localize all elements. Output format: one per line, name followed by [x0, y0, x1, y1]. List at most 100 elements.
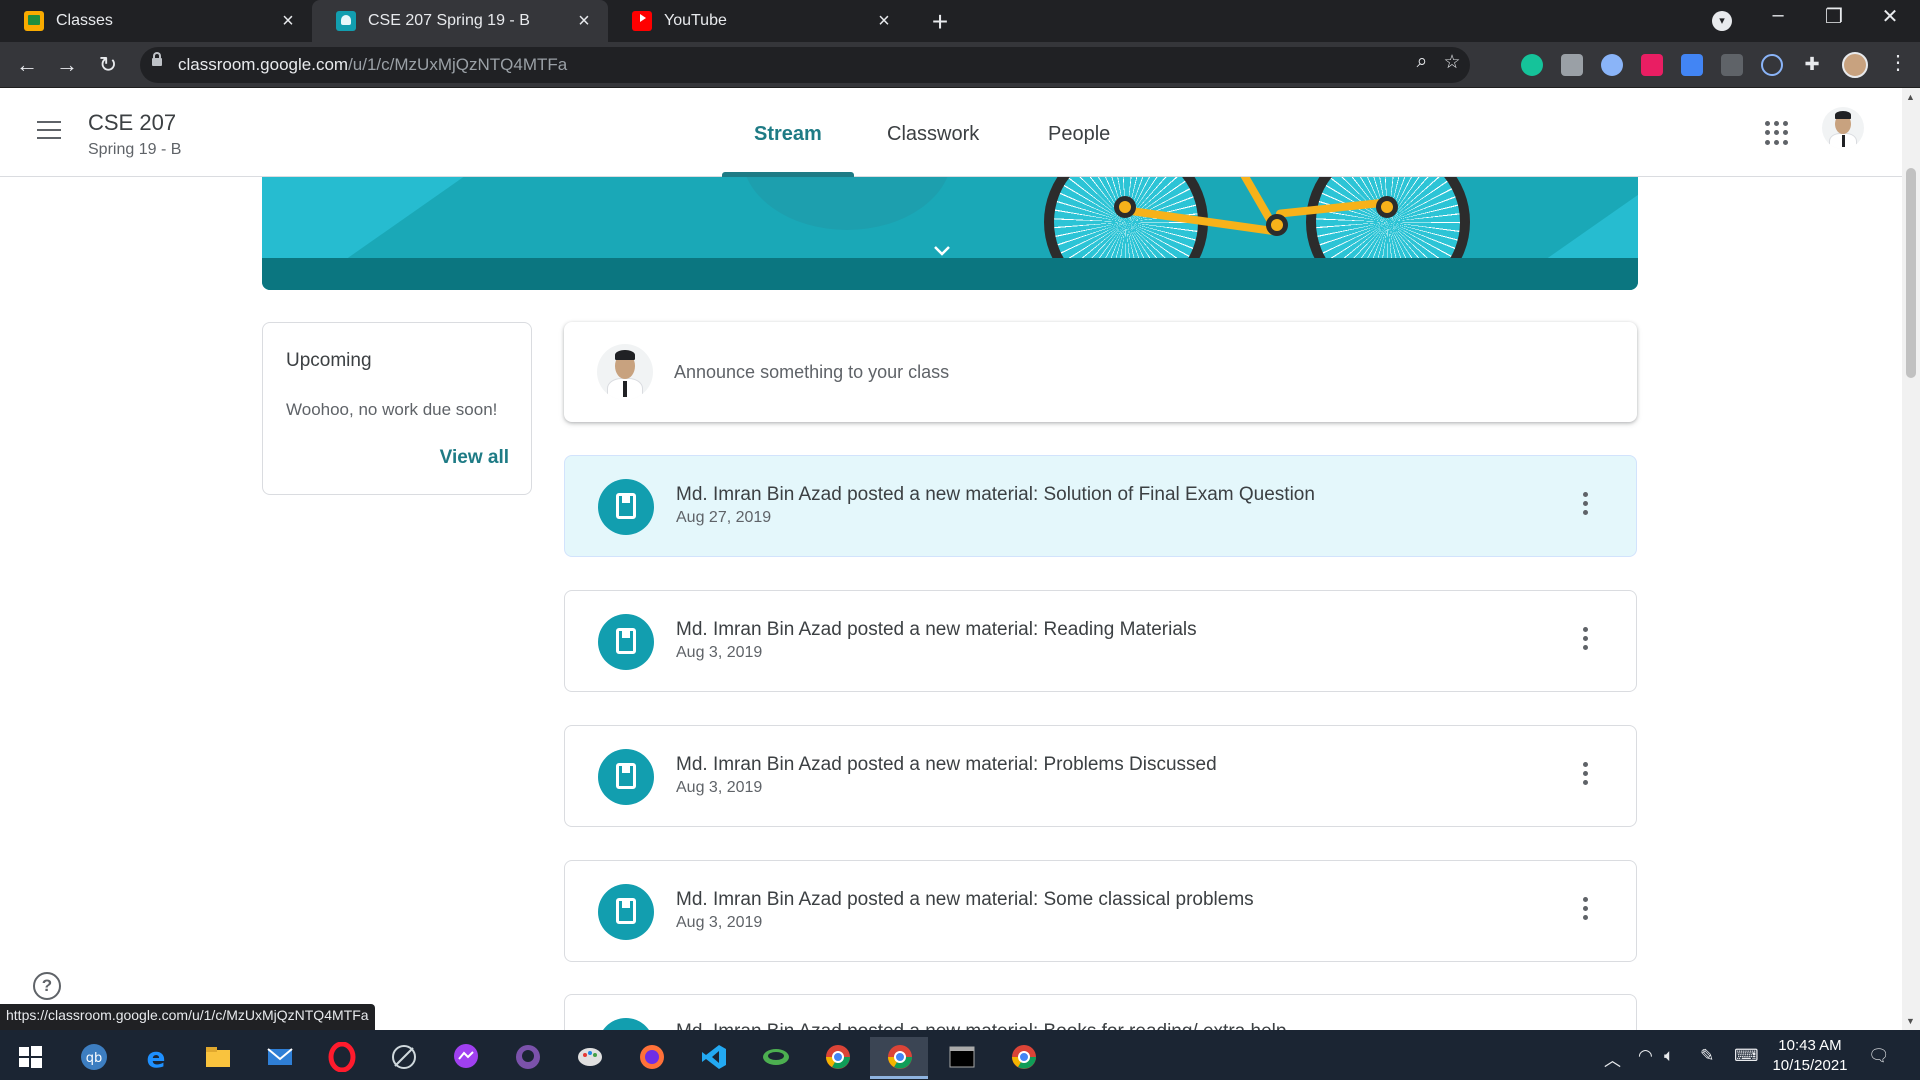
- stream-post[interactable]: Md. Imran Bin Azad posted a new material…: [564, 455, 1637, 557]
- messenger-icon[interactable]: [436, 1037, 494, 1079]
- active-tab-indicator: [722, 172, 854, 177]
- eclipse-icon[interactable]: [746, 1037, 804, 1079]
- volume-icon[interactable]: 🔈︎: [1664, 1046, 1674, 1066]
- status-url-tooltip: https://classroom.google.com/u/1/c/MzUxM…: [0, 1004, 375, 1030]
- new-tab-button[interactable]: +: [925, 6, 955, 38]
- minimize-button[interactable]: –: [1750, 4, 1806, 27]
- scroll-thumb[interactable]: [1906, 168, 1916, 378]
- tab-stream[interactable]: Stream: [754, 123, 822, 146]
- upcoming-empty-message: Woohoo, no work due soon!: [286, 400, 498, 419]
- chevron-down-icon[interactable]: [932, 241, 952, 261]
- stream-post[interactable]: Md. Imran Bin Azad posted a new material…: [564, 590, 1637, 692]
- material-book-icon: [598, 749, 654, 805]
- browser-tab-youtube[interactable]: YouTube ×: [608, 0, 908, 42]
- network-tool-icon[interactable]: [374, 1037, 432, 1079]
- stream-post[interactable]: Md. Imran Bin Azad posted a new material…: [564, 994, 1637, 1030]
- reload-button[interactable]: ↻: [93, 50, 123, 80]
- material-book-icon: [598, 614, 654, 670]
- close-tab-icon[interactable]: ×: [278, 10, 298, 33]
- clock-date: 10/15/2021: [1772, 1057, 1848, 1074]
- terminal-icon[interactable]: [932, 1037, 990, 1079]
- tab-people[interactable]: People: [1048, 123, 1110, 146]
- pen-workspace-icon[interactable]: ✎: [1700, 1046, 1714, 1066]
- more-options-icon[interactable]: [1580, 492, 1590, 518]
- tray-chevron-up-icon[interactable]: ︿: [1604, 1046, 1621, 1071]
- google-classroom-favicon-icon: [24, 11, 44, 31]
- network-icon[interactable]: ◠: [1638, 1046, 1653, 1066]
- notifications-icon[interactable]: 🗨︎: [1868, 1046, 1890, 1066]
- chrome-profile-icon[interactable]: [994, 1037, 1052, 1079]
- download-extension-icon[interactable]: [1681, 54, 1703, 76]
- class-section: Spring 19 - B: [88, 141, 182, 158]
- zoom-icon[interactable]: ⌕: [1408, 51, 1436, 73]
- post-title[interactable]: Md. Imran Bin Azad posted a new material…: [676, 619, 1197, 641]
- view-all-link[interactable]: View all: [440, 447, 509, 469]
- system-clock[interactable]: 10:43 AM 10/15/2021: [1760, 1036, 1860, 1076]
- profile-avatar-icon[interactable]: [1842, 52, 1868, 78]
- extension-icon[interactable]: [1601, 54, 1623, 76]
- chrome-icon[interactable]: [808, 1037, 866, 1079]
- url-text: classroom.google.com/u/1/c/MzUxMjQzNTQ4M…: [178, 55, 568, 74]
- close-tab-icon[interactable]: ×: [574, 10, 594, 33]
- keyboard-icon[interactable]: ⌨: [1734, 1046, 1759, 1066]
- close-tab-icon[interactable]: ×: [874, 10, 894, 33]
- browser-tab-strip: Classes × CSE 207 Spring 19 - B × YouTub…: [0, 0, 1920, 42]
- browser-tab-cse207[interactable]: CSE 207 Spring 19 - B ×: [312, 0, 608, 42]
- browser-menu-icon[interactable]: ⋮: [1888, 50, 1908, 75]
- tab-search-icon[interactable]: ▾: [1712, 11, 1732, 31]
- restore-button[interactable]: ❐: [1806, 4, 1862, 29]
- main-menu-icon[interactable]: [37, 121, 61, 139]
- address-bar[interactable]: classroom.google.com/u/1/c/MzUxMjQzNTQ4M…: [140, 47, 1470, 83]
- account-avatar[interactable]: [1822, 107, 1864, 149]
- tab-classwork[interactable]: Classwork: [887, 123, 979, 146]
- post-title[interactable]: Md. Imran Bin Azad posted a new material…: [676, 484, 1315, 506]
- svg-text:qb: qb: [86, 1051, 103, 1066]
- more-options-icon[interactable]: [1580, 897, 1590, 923]
- announce-box[interactable]: Announce something to your class: [564, 322, 1637, 422]
- class-name[interactable]: CSE 207: [88, 110, 176, 136]
- browser-tab-classes[interactable]: Classes ×: [0, 0, 312, 42]
- upcoming-card: Upcoming Woohoo, no work due soon! View …: [262, 322, 532, 495]
- firefox-icon[interactable]: [622, 1037, 680, 1079]
- post-title[interactable]: Md. Imran Bin Azad posted a new material…: [676, 754, 1217, 776]
- material-book-icon: [598, 884, 654, 940]
- extension-icon[interactable]: [1721, 54, 1743, 76]
- post-title[interactable]: Md. Imran Bin Azad posted a new material…: [676, 1021, 1286, 1030]
- puzzle-extensions-icon[interactable]: ✚: [1801, 54, 1823, 76]
- qbittorrent-icon[interactable]: qb: [64, 1037, 122, 1079]
- close-window-button[interactable]: ✕: [1862, 4, 1918, 29]
- svg-text:e: e: [147, 1042, 166, 1072]
- tab-label: Classes: [56, 12, 113, 29]
- help-icon[interactable]: ?: [33, 972, 61, 1000]
- vscode-icon[interactable]: [684, 1037, 742, 1079]
- chrome-active-icon[interactable]: [870, 1037, 928, 1079]
- github-desktop-icon[interactable]: [498, 1037, 556, 1079]
- post-date: Aug 27, 2019: [676, 509, 772, 526]
- stream-post[interactable]: Md. Imran Bin Azad posted a new material…: [564, 725, 1637, 827]
- bookmark-star-icon[interactable]: ☆: [1438, 51, 1466, 74]
- stream-post[interactable]: Md. Imran Bin Azad posted a new material…: [564, 860, 1637, 962]
- mail-icon[interactable]: [250, 1037, 308, 1079]
- screenshot-extension-icon[interactable]: [1561, 54, 1583, 76]
- youtube-favicon-icon: [632, 11, 652, 31]
- more-options-icon[interactable]: [1580, 762, 1590, 788]
- classroom-header: CSE 207 Spring 19 - B Stream Classwork P…: [0, 88, 1902, 177]
- lock-icon[interactable]: [152, 52, 162, 66]
- post-title[interactable]: Md. Imran Bin Azad posted a new material…: [676, 889, 1254, 911]
- paint-app-icon[interactable]: [560, 1037, 618, 1079]
- more-options-icon[interactable]: [1580, 627, 1590, 653]
- edge-browser-icon[interactable]: e: [126, 1037, 184, 1079]
- browser-toolbar: ← → ↻ classroom.google.com/u/1/c/MzUxMjQ…: [0, 42, 1920, 88]
- page-scrollbar[interactable]: ▲ ▼: [1902, 88, 1920, 1030]
- pen-extension-icon[interactable]: [1761, 54, 1783, 76]
- google-apps-icon[interactable]: [1765, 121, 1789, 145]
- back-button[interactable]: ←: [12, 50, 42, 80]
- post-date: Aug 3, 2019: [676, 779, 763, 796]
- grammarly-extension-icon[interactable]: [1521, 54, 1543, 76]
- file-explorer-icon[interactable]: [188, 1037, 246, 1079]
- play-extension-icon[interactable]: [1641, 54, 1663, 76]
- opera-browser-icon[interactable]: [312, 1037, 370, 1079]
- class-favicon-icon: [336, 11, 356, 31]
- forward-button[interactable]: →: [52, 50, 82, 80]
- windows-start-button[interactable]: [0, 1037, 58, 1079]
